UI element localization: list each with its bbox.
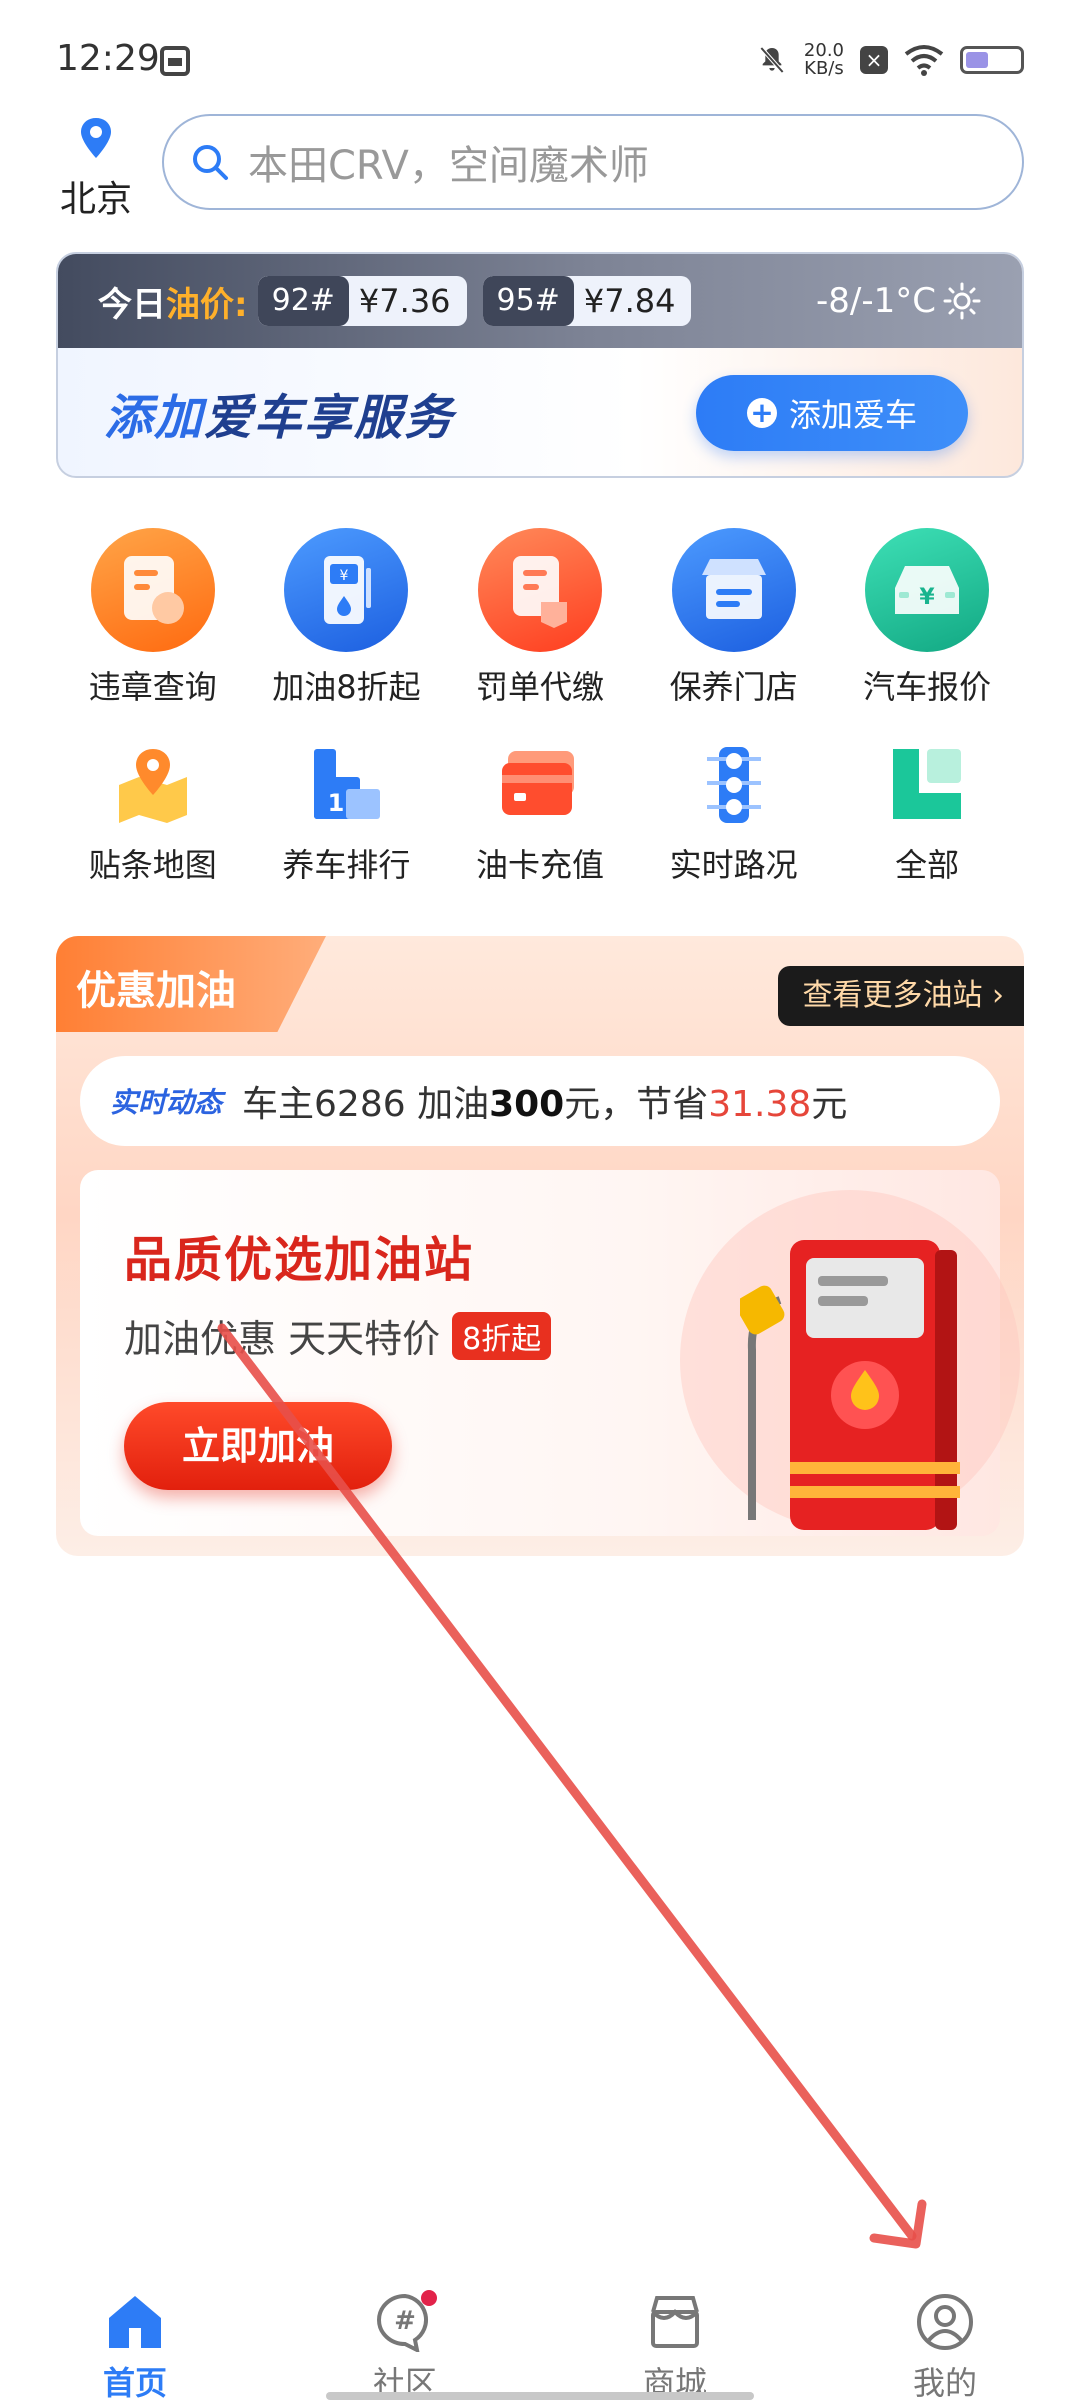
status-time: 12:29 (56, 38, 160, 79)
shortcut-label: 罚单代缴 (475, 668, 604, 706)
nav-home[interactable]: 首页 (35, 2292, 235, 2404)
no-sim-icon: × (860, 46, 888, 74)
price-value: ¥7.84 (583, 282, 676, 320)
search-bar[interactable]: 本田CRV，空间魔术师 (162, 114, 1024, 210)
nav-profile[interactable]: 我的 (845, 2292, 1045, 2404)
refuel-now-button[interactable]: 立即加油 (124, 1402, 392, 1490)
grade-label: 92# (257, 276, 349, 326)
oil-price-card: 今日油价: 92# ¥7.36 95# ¥7.84 -8/-1°C 添加爱车享服… (56, 252, 1024, 478)
banner-subtitle: 加油优惠 天天特价 8折起 (124, 1308, 552, 1363)
shortcut-label: 油卡充值 (475, 846, 604, 884)
shortcut-fuel-discount[interactable]: ¥ 加油8折起 (250, 528, 444, 708)
home-indicator (326, 2392, 754, 2400)
station-banner[interactable]: 品质优选加油站 加油优惠 天天特价 8折起 立即加油 (80, 1170, 1020, 1536)
grade-label: 95# (482, 276, 574, 326)
shortcut-maintenance-store[interactable]: 保养门店 (637, 528, 831, 708)
fuel-pump-icon (740, 1240, 960, 1530)
shortcut-label: 实时路况 (669, 846, 798, 884)
shortcut-label: 加油8折起 (272, 668, 421, 706)
nav-label: 我的 (912, 2364, 977, 2402)
shortcut-car-price[interactable]: ¥ 汽车报价 (830, 528, 1024, 708)
banner-subtitle-text: 加油优惠 天天特价 (124, 1317, 441, 1361)
nav-community[interactable]: # 社区 (305, 2290, 505, 2404)
shortcut-label: 保养门店 (669, 668, 798, 706)
shortcut-fuel-card[interactable]: 油卡充值 (443, 740, 637, 886)
car-price-icon: ¥ (865, 528, 990, 652)
ranking-icon: 1 (301, 740, 391, 830)
battery-icon (960, 46, 1024, 74)
price-92: 92# ¥7.36 (257, 276, 467, 326)
search-icon (193, 145, 228, 180)
status-right: 20.0 KB/s × (756, 40, 1024, 80)
store-icon (651, 2296, 699, 2348)
shortcut-all[interactable]: 全部 (830, 740, 1024, 886)
fuel-promo-card: 优惠加油 查看更多油站 › 实时动态 车主6286 加油300元，节省31.38… (56, 936, 1024, 1556)
ticket-map-icon (108, 740, 198, 830)
promo-tab-label: 优惠加油 (76, 968, 236, 1014)
promo-tab: 优惠加油 (56, 936, 326, 1032)
add-service-title: 添加爱车享服务 (104, 390, 455, 446)
city-name: 北京 (59, 179, 132, 220)
speed-unit: KB/s (804, 58, 844, 79)
shortcut-label: 违章查询 (88, 668, 217, 706)
add-car-label: 添加爱车 (788, 396, 917, 434)
live-text: 车主6286 加油300元，节省31.38元 (242, 1084, 848, 1125)
nav-label: 首页 (102, 2364, 167, 2402)
notification-dot (421, 2290, 437, 2306)
live-tag: 实时动态 (110, 1086, 223, 1119)
oil-price-bar: 今日油价: 92# ¥7.36 95# ¥7.84 -8/-1°C (58, 254, 1022, 348)
shortcut-label: 养车排行 (282, 846, 411, 884)
shortcut-ticket-map[interactable]: 贴条地图 (56, 740, 250, 886)
bottom-navigation: 首页 # 社区 商城 我的 (0, 2270, 1080, 2408)
search-placeholder: 本田CRV，空间魔术师 (248, 143, 649, 189)
svg-text:#: # (394, 2306, 416, 2336)
shortcut-ranking[interactable]: 1 养车排行 (250, 740, 444, 886)
shortcut-label: 汽车报价 (863, 668, 992, 706)
fuel-discount-icon: ¥ (284, 528, 409, 652)
traffic-light-icon (689, 740, 779, 830)
maintenance-store-icon (671, 528, 796, 652)
wifi-icon (904, 45, 944, 76)
live-update-bar: 实时动态 车主6286 加油300元，节省31.38元 (80, 1056, 1000, 1146)
svg-text:¥: ¥ (340, 568, 349, 584)
shortcut-fine-pay[interactable]: 罚单代缴 (443, 528, 637, 708)
location-selector[interactable]: 北京 (56, 116, 136, 222)
calendar-icon (160, 46, 190, 76)
add-car-section: 添加爱车享服务 + 添加爱车 (58, 348, 1022, 476)
oil-price-title: 今日油价: (98, 284, 248, 325)
svg-text:1: 1 (328, 789, 345, 817)
svg-text:¥: ¥ (920, 585, 936, 610)
banner-title: 品质优选加油站 (124, 1232, 475, 1288)
location-pin-icon (81, 118, 111, 158)
shortcut-label: 全部 (895, 846, 960, 884)
price-95: 95# ¥7.84 (482, 276, 692, 326)
more-stations-button[interactable]: 查看更多油站 › (778, 966, 1024, 1026)
price-value: ¥7.36 (358, 282, 451, 320)
fuel-card-icon (495, 740, 585, 830)
mute-bell-icon (759, 46, 785, 74)
profile-icon (917, 2294, 973, 2350)
fine-pay-icon (477, 528, 602, 652)
shortcut-traffic[interactable]: 实时路况 (637, 740, 831, 886)
shortcut-label: 贴条地图 (88, 846, 217, 884)
home-icon (109, 2296, 161, 2348)
add-car-button[interactable]: + 添加爱车 (696, 375, 968, 451)
network-speed: 20.0 KB/s (804, 42, 844, 78)
status-bar: 12:29 20.0 KB/s × (0, 0, 1080, 120)
violation-icon (90, 528, 215, 652)
shortcut-grid: 违章查询 ¥ 加油8折起 罚单代缴 保养门店 ¥ 汽车报价 贴条地图 1 养车排… (56, 528, 1024, 886)
all-apps-icon (882, 740, 972, 830)
plus-icon: + (746, 398, 777, 428)
weather: -8/-1°C (816, 281, 982, 321)
shortcut-violation[interactable]: 违章查询 (56, 528, 250, 708)
nav-store[interactable]: 商城 (575, 2292, 775, 2404)
discount-badge: 8折起 (452, 1311, 552, 1360)
temperature: -8/-1°C (816, 281, 936, 321)
sun-icon (943, 282, 981, 320)
